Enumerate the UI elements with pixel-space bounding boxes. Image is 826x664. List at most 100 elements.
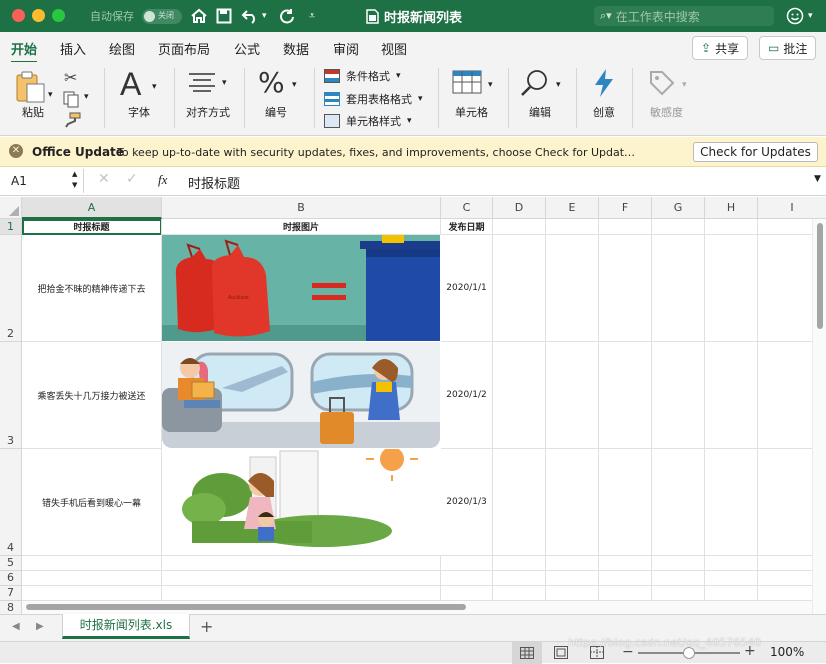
tab-home[interactable]: 开始 [11,39,38,64]
row-header-1[interactable]: 1 [0,219,22,235]
save-icon[interactable] [216,0,232,32]
comments-button[interactable]: ▭ 批注 [759,36,817,60]
zoom-slider-thumb[interactable] [683,647,695,659]
font-label: 字体 [128,106,150,119]
add-sheet-button[interactable]: + [200,617,213,636]
zoom-out-icon[interactable]: − [622,644,634,660]
tab-insert[interactable]: 插入 [60,39,86,58]
conditional-format-button[interactable]: 条件格式 ▾ [324,68,401,84]
share-button[interactable]: ⇪ 共享 [692,36,749,60]
search-box[interactable]: ⌕▾ 在工作表中搜索 [594,0,774,32]
dismiss-update-icon[interactable]: ✕ [9,144,23,158]
next-sheet-icon[interactable]: ▶ [36,621,44,632]
undo-dropdown-icon[interactable]: ▾ [262,0,267,32]
zoom-slider[interactable] [638,647,740,659]
column-header-d[interactable]: D [493,197,546,219]
page-layout-view-icon[interactable] [554,646,568,662]
zoom-window-button[interactable] [52,9,65,22]
normal-view-icon[interactable] [512,642,542,664]
close-window-button[interactable] [12,9,25,22]
mother-child-image[interactable] [162,449,440,555]
account-dropdown-icon[interactable]: ▾ [808,0,813,32]
account-icon[interactable] [786,0,804,32]
editing-group-button[interactable]: ▾ 编辑 [512,62,572,136]
column-header-c[interactable]: C [441,197,493,219]
row-number: 3 [7,434,14,447]
copy-icon[interactable] [62,90,82,111]
tab-page-layout[interactable]: 页面布局 [158,39,210,58]
align-icon [188,72,216,95]
zoom-level[interactable]: 100% [770,645,804,659]
tab-review[interactable]: 审阅 [333,39,359,58]
airplane-passengers-image[interactable] [162,342,440,448]
column-header-b[interactable]: B [162,197,441,219]
tab-data[interactable]: 数据 [283,39,309,58]
column-header-e[interactable]: E [546,197,599,219]
zoom-in-icon[interactable]: + [744,643,756,659]
tab-formulas[interactable]: 公式 [234,39,260,58]
cell-a4[interactable]: 错失手机后看到暖心一幕 [22,449,162,556]
name-box[interactable]: A1 ▲ ▼ [2,169,84,193]
row-header-2[interactable]: 2 [0,235,22,342]
alignment-dropdown-icon: ▾ [222,78,227,88]
cell-a1[interactable]: 时报标题 [22,219,162,235]
sensitivity-button[interactable]: ▾ 敏感度 [638,62,698,136]
row-header-5[interactable]: 5 [0,556,22,571]
expand-formula-icon[interactable]: ▼ [814,174,821,184]
name-box-stepper-icon[interactable]: ▲ ▼ [72,169,77,191]
garbage-bags-image[interactable]: Auckland [162,235,440,341]
cells-group-button[interactable]: ▾ 单元格 [442,62,504,136]
tab-draw[interactable]: 绘图 [109,39,135,58]
cell-a2[interactable]: 把拾金不昧的精神传递下去 [22,235,162,342]
cell-c4[interactable]: 2020/1/3 [441,449,493,556]
copy-dropdown-icon[interactable]: ▾ [84,92,89,102]
undo-icon[interactable] [241,0,259,32]
row-header-6[interactable]: 6 [0,571,22,586]
autosave-toggle[interactable]: 关闭 [142,0,182,32]
number-group-button[interactable]: % ▾ 编号 [248,62,308,136]
formula-input[interactable]: 时报标题 [188,173,240,192]
horizontal-scrollbar[interactable] [22,601,812,614]
cell-c3[interactable]: 2020/1/2 [441,342,493,449]
ideas-button[interactable]: 创意 [582,62,626,136]
cell-styles-button[interactable]: 单元格样式 ▾ [324,113,412,129]
sheet-tab-active[interactable]: 时报新闻列表.xls [62,614,190,639]
paste-dropdown-icon[interactable]: ▾ [48,90,53,100]
cell-b1[interactable]: 时报图片 [162,219,441,235]
update-title: Office Update [32,145,124,159]
number-label: 编号 [265,106,287,119]
row-header-8[interactable]: 8 [0,601,22,614]
column-header-a[interactable]: A [22,197,162,219]
minimize-window-button[interactable] [32,9,45,22]
cell-c2[interactable]: 2020/1/1 [441,235,493,342]
select-all-corner[interactable] [0,197,22,219]
column-header-g[interactable]: G [652,197,705,219]
row-header-4[interactable]: 4 [0,449,22,556]
check-for-updates-button[interactable]: Check for Updates [693,142,818,162]
page-break-view-icon[interactable] [590,646,604,662]
previous-sheet-icon[interactable]: ◀ [12,621,20,632]
cancel-entry-icon[interactable]: ✕ [98,171,110,187]
cell-c1[interactable]: 发布日期 [441,219,493,235]
row-header-3[interactable]: 3 [0,342,22,449]
confirm-entry-icon[interactable]: ✓ [126,171,138,187]
row-header-7[interactable]: 7 [0,586,22,601]
vertical-scrollbar[interactable] [812,219,826,614]
insert-function-icon[interactable]: fx [158,172,167,188]
font-group-button[interactable]: A ▾ 字体 [108,62,170,136]
cell-a3[interactable]: 乘客丢失十几万接力被送还 [22,342,162,449]
horizontal-scroll-thumb[interactable] [26,604,466,610]
paste-button[interactable]: ▾ [14,70,53,107]
tab-view[interactable]: 视图 [381,39,407,58]
column-header-i[interactable]: I [758,197,826,219]
redo-icon[interactable] [279,0,295,32]
vertical-scroll-thumb[interactable] [817,223,823,329]
home-icon[interactable] [190,0,208,32]
format-painter-icon[interactable] [64,112,82,131]
cut-icon[interactable]: ✂ [64,68,77,87]
column-header-h[interactable]: H [705,197,758,219]
alignment-group-button[interactable]: ▾ 对齐方式 [178,62,240,136]
format-as-table-button[interactable]: 套用表格格式 ▾ [324,91,423,107]
column-header-f[interactable]: F [599,197,652,219]
customize-toolbar-icon[interactable]: ⩡ [309,0,315,32]
